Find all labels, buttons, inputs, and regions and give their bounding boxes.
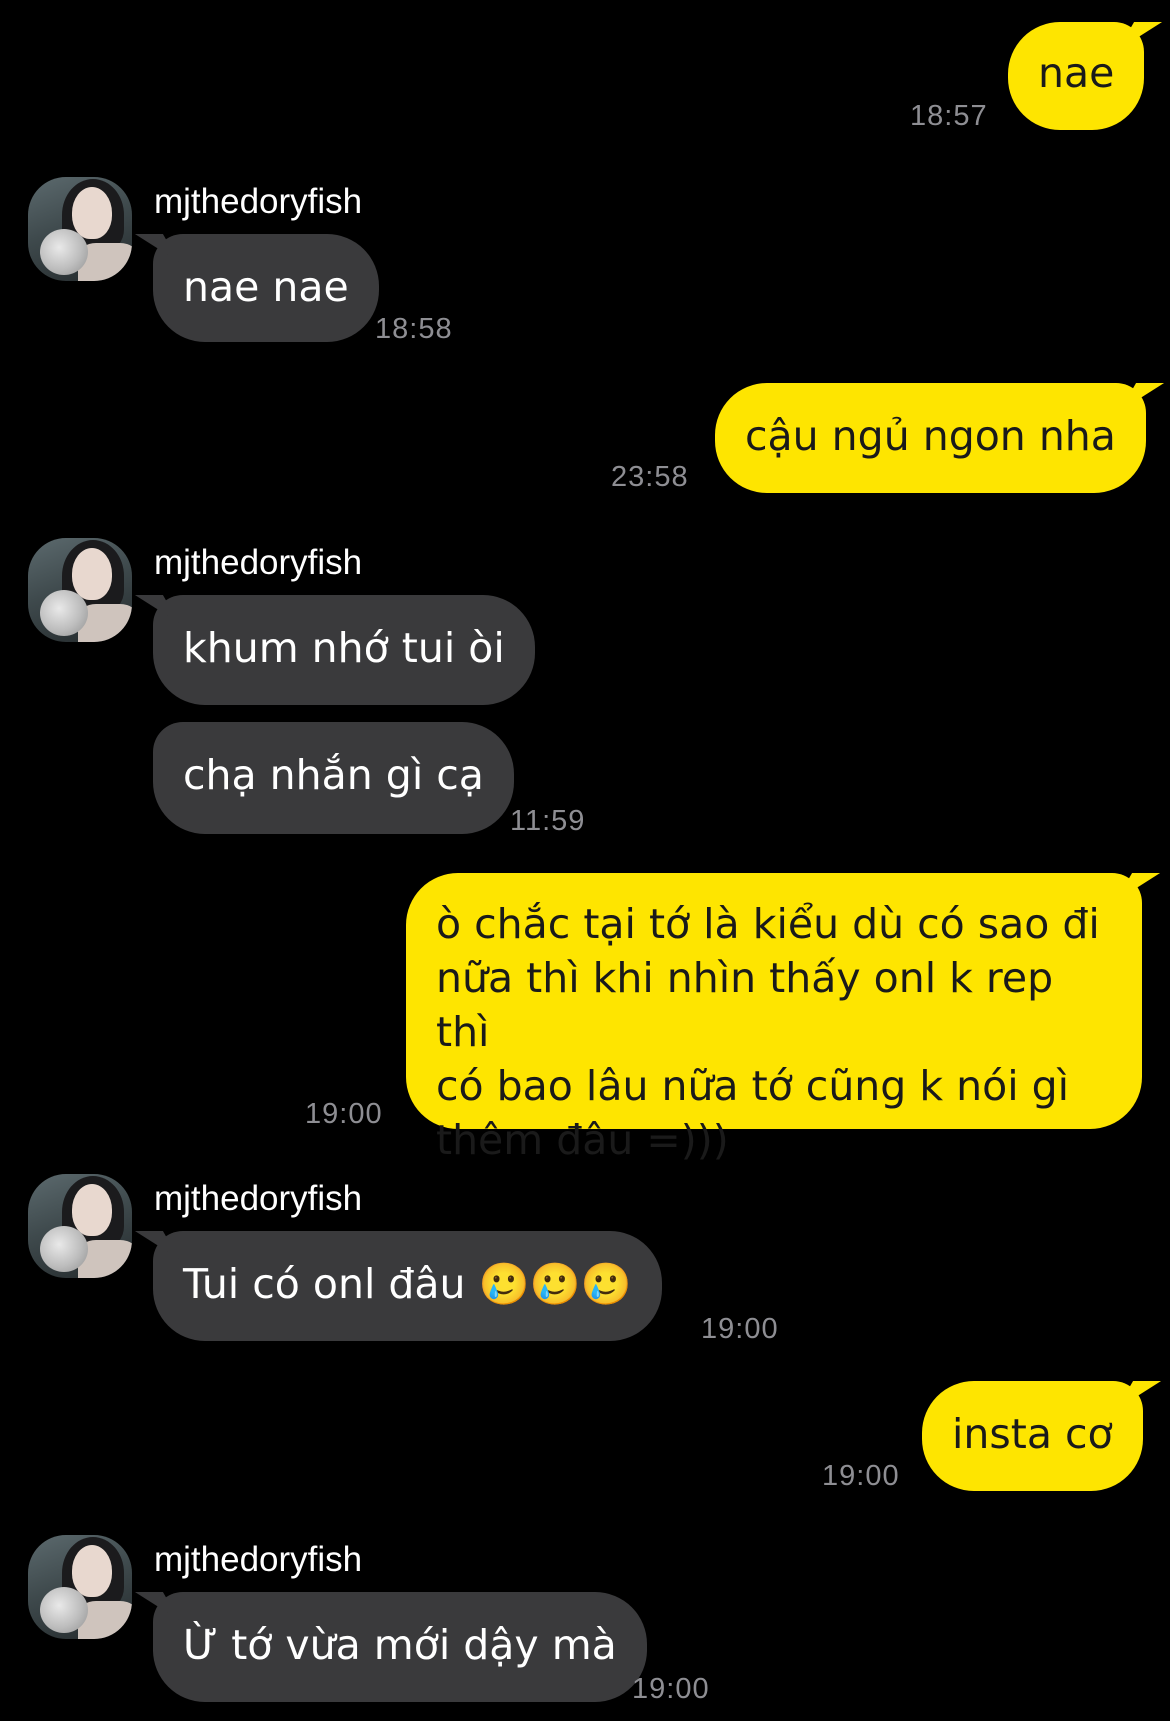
contact-avatar[interactable] — [28, 538, 132, 642]
message-bubble-incoming[interactable]: Tui có onl đâu 🥲🥲🥲 — [153, 1231, 662, 1341]
message-bubble-outgoing[interactable]: insta cơ — [922, 1381, 1143, 1491]
sender-name: mjthedoryfish — [154, 543, 363, 582]
sender-name: mjthedoryfish — [154, 1540, 363, 1579]
message-timestamp: 19:00 — [632, 1673, 710, 1705]
message-timestamp: 11:59 — [510, 805, 586, 837]
message-bubble-incoming[interactable]: nae nae — [153, 234, 379, 342]
message-line: thêm đâu =))) — [436, 1116, 729, 1164]
message-bubble-incoming[interactable]: chạ nhắn gì cạ — [153, 722, 514, 834]
contact-avatar[interactable] — [28, 1174, 132, 1278]
contact-avatar[interactable] — [28, 177, 132, 281]
message-bubble-incoming[interactable]: Ừ tớ vừa mới dậy mà — [153, 1592, 647, 1702]
message-bubble-outgoing[interactable]: nae — [1008, 22, 1145, 130]
message-bubble-outgoing[interactable]: ò chắc tại tớ là kiểu dù có sao đi nữa t… — [406, 873, 1142, 1164]
chat-message-list[interactable]: nae 18:57 mjthedoryfish nae nae 18:58 cậ… — [0, 0, 1170, 1721]
message-line: có bao lâu nữa tớ cũng k nói gì — [436, 1062, 1070, 1110]
message-timestamp: 19:00 — [305, 1098, 383, 1130]
contact-avatar[interactable] — [28, 1535, 132, 1639]
message-line: nữa thì khi nhìn thấy onl k rep thì — [436, 954, 1054, 1056]
message-bubble-incoming[interactable]: khum nhớ tui òi — [153, 595, 535, 705]
message-timestamp: 19:00 — [701, 1313, 779, 1345]
message-line: ò chắc tại tớ là kiểu dù có sao đi — [436, 900, 1100, 948]
message-timestamp: 18:57 — [910, 100, 988, 132]
sender-name: mjthedoryfish — [154, 182, 363, 221]
message-timestamp: 19:00 — [822, 1460, 900, 1492]
message-bubble-outgoing[interactable]: cậu ngủ ngon nha — [715, 383, 1146, 493]
message-timestamp: 18:58 — [375, 313, 453, 345]
sender-name: mjthedoryfish — [154, 1179, 363, 1218]
message-timestamp: 23:58 — [611, 461, 689, 493]
